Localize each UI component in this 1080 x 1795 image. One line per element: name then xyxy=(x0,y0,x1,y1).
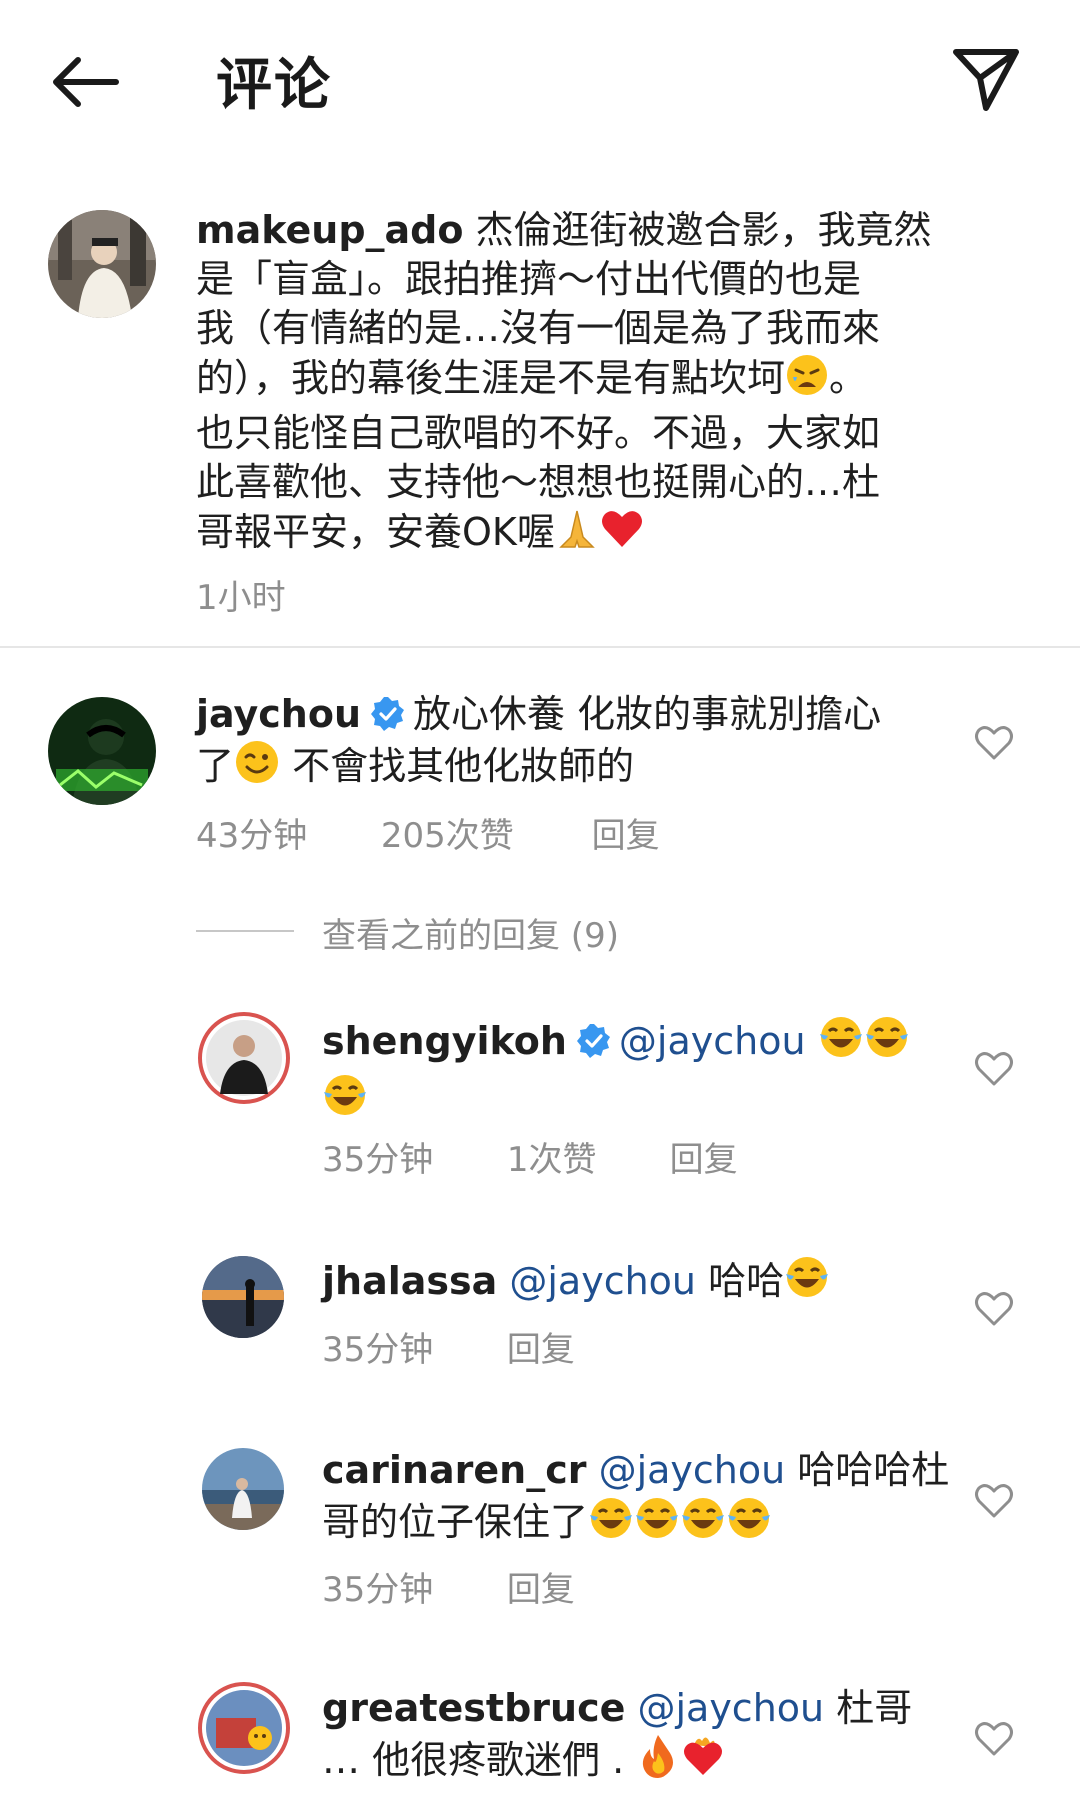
avatar[interactable] xyxy=(196,1010,292,1106)
post-username[interactable]: makeup_ado xyxy=(196,208,463,252)
share-button[interactable] xyxy=(950,44,1022,116)
tears-of-joy-emoji-icon xyxy=(818,1014,864,1072)
comment-username[interactable]: jaychou xyxy=(196,692,361,736)
paper-plane-icon xyxy=(953,49,1019,111)
avatar[interactable] xyxy=(196,1680,292,1776)
heart-outline-icon xyxy=(975,1292,1013,1326)
reply-text-line: 哈哈哈杜 xyxy=(785,1448,950,1492)
avatar[interactable] xyxy=(48,697,156,805)
post-caption: makeup_ado 杰倫逛街被邀合影，我竟然 是「盲盒」。跟拍推擠～付出代價的… xyxy=(196,206,1016,563)
comment-text-line: 不會找其他化妝師的 xyxy=(280,744,635,788)
reply-text: jhalassa @jaychou 哈哈 xyxy=(322,1254,962,1312)
avatar[interactable] xyxy=(202,1448,284,1530)
tears-of-joy-emoji-icon xyxy=(322,1072,368,1130)
heart-on-fire-emoji-icon xyxy=(680,1733,726,1791)
mention-link[interactable]: @jaychou xyxy=(619,1019,806,1063)
post-text-line: 我（有情緒的是…沒有一個是為了我而來 xyxy=(196,306,881,350)
red-heart-emoji-icon xyxy=(599,507,645,563)
comment-text: jaychou 放心休養 化妝的事就別擔心 了 不會找其他化妝師的 xyxy=(196,690,936,797)
reply-text: greatestbruce @jaychou 杜哥 … 他很疼歌迷們 . xyxy=(322,1684,962,1791)
view-previous-replies-button[interactable]: 查看之前的回复 (9) xyxy=(322,908,619,957)
reply-timestamp: 35分钟 xyxy=(322,1570,434,1610)
verified-badge-icon xyxy=(369,695,407,733)
avatar[interactable] xyxy=(48,210,156,318)
reply-text-line: 杜哥 xyxy=(824,1686,913,1730)
reply-meta: 35分钟 1次赞 回复 xyxy=(322,1132,738,1181)
comment-like-count[interactable]: 205次赞 xyxy=(381,808,581,857)
tears-of-joy-emoji-icon xyxy=(588,1495,634,1553)
header-bar: 评论 xyxy=(0,0,1080,160)
reply-like-count[interactable]: 1次赞 xyxy=(507,1132,659,1181)
post-timestamp: 1小时 xyxy=(196,578,286,618)
comment-text-line: 了 xyxy=(196,744,235,788)
reply-username[interactable]: greatestbruce xyxy=(322,1686,625,1730)
tears-of-joy-emoji-icon xyxy=(864,1014,910,1072)
avatar[interactable] xyxy=(202,1256,284,1338)
tears-of-joy-emoji-icon xyxy=(784,1254,830,1312)
tears-of-joy-emoji-icon xyxy=(726,1495,772,1553)
post-text-line: 哥報平安，安養OK喔 xyxy=(196,510,555,554)
reply-meta: 35分钟 回复 xyxy=(322,1562,575,1611)
mention-link[interactable]: @jaychou xyxy=(637,1686,824,1730)
back-button[interactable] xyxy=(48,52,120,112)
comment-timestamp: 43分钟 xyxy=(196,816,308,856)
reply-text-line: 哈哈 xyxy=(696,1259,785,1303)
back-arrow-icon xyxy=(53,57,119,107)
reply-timestamp: 35分钟 xyxy=(322,1330,434,1370)
tears-of-joy-emoji-icon xyxy=(680,1495,726,1553)
comment-meta: 43分钟 205次赞 回复 xyxy=(196,808,660,857)
post-text-line: 也只能怪自己歌唱的不好。不過，大家如 xyxy=(196,411,881,455)
page-title: 评论 xyxy=(216,53,332,118)
tears-of-joy-emoji-icon xyxy=(634,1495,680,1553)
folded-hands-emoji-icon xyxy=(555,507,599,563)
divider xyxy=(196,930,294,932)
reply-username[interactable]: jhalassa xyxy=(322,1259,497,1303)
tired-face-emoji-icon xyxy=(785,353,829,409)
post-text-line: 此喜歡他、支持他～想想也挺開心的…杜 xyxy=(196,460,881,504)
fire-emoji-icon xyxy=(636,1733,680,1791)
mention-link[interactable]: @jaychou xyxy=(599,1448,786,1492)
reply-button[interactable]: 回复 xyxy=(592,808,660,857)
winking-face-emoji-icon xyxy=(234,739,280,797)
mention-link[interactable]: @jaychou xyxy=(509,1259,696,1303)
reply-button[interactable]: 回复 xyxy=(670,1132,738,1181)
heart-outline-icon xyxy=(975,1052,1013,1086)
like-button[interactable] xyxy=(974,724,1014,762)
reply-timestamp: 35分钟 xyxy=(322,1140,434,1180)
divider xyxy=(0,646,1080,648)
post-text-line: 。 xyxy=(829,356,868,400)
post-text-line: 杰倫逛街被邀合影，我竟然 xyxy=(463,208,932,252)
reply-button[interactable]: 回复 xyxy=(507,1562,575,1611)
reply-text: shengyikoh @jaychou xyxy=(322,1014,962,1130)
heart-outline-icon xyxy=(975,1722,1013,1756)
like-button[interactable] xyxy=(974,1290,1014,1328)
reply-username[interactable]: shengyikoh xyxy=(322,1019,567,1063)
like-button[interactable] xyxy=(974,1720,1014,1758)
reply-meta: 35分钟 回复 xyxy=(322,1322,575,1371)
reply-text: carinaren_cr @jaychou 哈哈哈杜 哥的位子保住了 xyxy=(322,1446,962,1553)
post-text-line: 的），我的幕後生涯是不是有點坎坷 xyxy=(196,356,786,400)
like-button[interactable] xyxy=(974,1050,1014,1088)
heart-outline-icon xyxy=(975,726,1013,760)
reply-username[interactable]: carinaren_cr xyxy=(322,1448,586,1492)
reply-text-line: 哥的位子保住了 xyxy=(322,1500,589,1544)
post-text-line: 是「盲盒」。跟拍推擠～付出代價的也是 xyxy=(196,257,862,301)
verified-badge-icon xyxy=(575,1022,613,1060)
reply-button[interactable]: 回复 xyxy=(507,1322,575,1371)
like-button[interactable] xyxy=(974,1482,1014,1520)
comment-text-line: 放心休養 化妝的事就別擔心 xyxy=(413,692,882,736)
reply-text-line: … 他很疼歌迷們 . xyxy=(322,1738,637,1782)
heart-outline-icon xyxy=(975,1484,1013,1518)
